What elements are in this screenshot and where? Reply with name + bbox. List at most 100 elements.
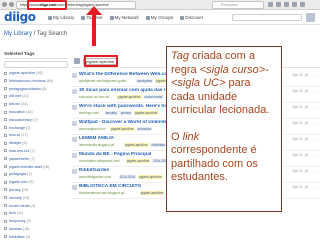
bookmark-url[interactable]: www.ribbitgarden.com/ xyxy=(79,175,111,179)
more-options-icon[interactable]: ⋯ xyxy=(313,89,317,94)
tag-count: (2) xyxy=(27,172,32,177)
tag-checkbox[interactable] xyxy=(4,219,7,223)
sidebar-tag-item[interactable]: tech(11) xyxy=(4,210,68,218)
tag-checkbox[interactable] xyxy=(4,188,7,192)
sidebar-tag-item[interactable]: how-to(17) xyxy=(4,132,68,140)
tag-link[interactable]: pigalre-apecline xyxy=(124,142,149,147)
more-options-icon[interactable]: ⋯ xyxy=(313,105,317,110)
bookmark-url[interactable]: bibliotecaemcircuito.blogspot.pt/ xyxy=(79,191,124,195)
tag-count: (18) xyxy=(22,226,30,231)
tag-link[interactable]: wordpress xyxy=(136,78,153,83)
sidebar-tag-item[interactable]: tutorials(18) xyxy=(4,226,68,234)
bookmark-url[interactable]: educacao.uol.com.br/ xyxy=(79,95,109,99)
more-options-icon[interactable]: ⋯ xyxy=(313,169,317,174)
browser-search-input[interactable]: Pesquisar xyxy=(212,1,264,9)
sidebar-tag-item[interactable]: lifestyle(9) xyxy=(4,140,68,148)
more-options-icon[interactable]: ⋯ xyxy=(313,185,317,190)
more-options-icon[interactable]: ⋯ xyxy=(313,137,317,142)
sidebar-tag-item[interactable]: dlit-mnt(21) xyxy=(4,93,68,101)
header-search-input[interactable] xyxy=(232,14,302,21)
bookmark-url[interactable]: wpbeginner.com/beginners-guide/ xyxy=(79,79,127,83)
tag-checkbox[interactable] xyxy=(4,126,7,130)
sidebar-tag-item[interactable]: dlit-mc(24) xyxy=(4,101,68,109)
tag-checkbox[interactable] xyxy=(4,211,7,215)
tag-checkbox[interactable] xyxy=(4,133,7,137)
sidebar-tag-item[interactable]: privacy(18) xyxy=(4,187,68,195)
avatar[interactable] xyxy=(306,13,315,22)
tag-link[interactable]: 2014-2015 xyxy=(118,174,136,179)
nav-outliner[interactable]: Outliner xyxy=(81,15,103,20)
tag-checkbox[interactable] xyxy=(4,141,7,145)
tag-link[interactable]: pigalre-apecline xyxy=(138,174,163,179)
tag-checkbox[interactable] xyxy=(4,94,7,98)
sidebar-tag-item[interactable]: security(13) xyxy=(4,195,68,203)
sidebar-tag-item[interactable]: temporary(2) xyxy=(4,218,68,226)
tag-count: (2) xyxy=(26,219,32,224)
sidebar-tag-item[interactable]: pigalre-apecline(36) xyxy=(4,70,68,78)
tag-checkbox[interactable] xyxy=(4,87,7,91)
bookmark-url[interactable]: www.wattpad.com/ xyxy=(79,127,106,131)
more-options-icon[interactable]: ⋯ xyxy=(313,121,317,126)
url-highlight-box xyxy=(27,0,67,10)
tag-count: (4) xyxy=(30,203,36,208)
browser-toolbar-icons[interactable] xyxy=(268,2,305,7)
tag-filter-input[interactable] xyxy=(4,61,68,68)
more-options-icon[interactable]: ⋯ xyxy=(313,73,317,78)
tag-count: (9) xyxy=(22,141,27,146)
tag-checkbox[interactable] xyxy=(4,157,7,161)
sidebar-tag-item[interactable]: pedagogiacuidados(6) xyxy=(4,86,68,94)
nav-my-library[interactable]: My Library xyxy=(48,15,74,20)
tag-link[interactable]: social media xyxy=(143,94,164,99)
tag-checkbox[interactable] xyxy=(4,79,7,83)
sidebar-tag-item[interactable]: pigalre-tbertilte-dabl(18) xyxy=(4,164,68,172)
sidebar-tag-item[interactable]: bibliofitao(3) xyxy=(4,234,68,240)
bookmark-url[interactable]: lememamilia.blogspot.pt/ xyxy=(79,143,114,147)
tag-link[interactable]: pigalre-apecline xyxy=(110,126,135,131)
sidebar-tag-item[interactable]: social media(4) xyxy=(4,203,68,211)
tag-checkbox[interactable] xyxy=(4,149,7,153)
sidebar-tag-item[interactable]: Minhadecoro-recursos(69) xyxy=(4,78,68,86)
sidebar-tag-item[interactable]: pedagogia(2) xyxy=(4,171,68,179)
tag-checkbox[interactable] xyxy=(4,235,7,239)
bookmark-url[interactable]: mundodabe.wikispaces.com/ xyxy=(79,159,120,163)
sidebar-tag-item[interactable]: passeenerle(7) xyxy=(4,156,68,164)
tag-count: (14) xyxy=(26,109,33,114)
tag-link[interactable]: pigalre-apecline xyxy=(139,190,165,195)
tag-link[interactable]: education xyxy=(136,126,153,131)
tag-checkbox[interactable] xyxy=(4,71,7,75)
tag-link[interactable]: pigalre-apecline xyxy=(125,158,151,163)
sidebar-tag-item[interactable]: education(14) xyxy=(4,109,68,117)
sidebar-tag-item[interactable]: exchange(2) xyxy=(4,125,68,133)
tag-checkbox[interactable] xyxy=(4,204,7,208)
tag-link[interactable]: privacy xyxy=(119,110,132,115)
tag-icon xyxy=(74,58,80,64)
callout-paragraph-1: Tag criada com a regra <sigla curso>-<si… xyxy=(171,50,270,116)
tag-checkbox[interactable] xyxy=(4,165,7,169)
tag-link[interactable]: pigalre-apecline xyxy=(133,110,159,115)
tag-checkbox[interactable] xyxy=(4,110,7,114)
breadcrumb-library-link[interactable]: My Library xyxy=(4,31,32,37)
tag-checkbox[interactable] xyxy=(4,172,7,176)
tag-link[interactable]: pigalre-apecline xyxy=(117,94,142,99)
tag-chip-highlight-box xyxy=(84,55,118,67)
tag-checkbox[interactable] xyxy=(4,102,7,106)
tag-name: pedagogiacuidados xyxy=(9,86,41,91)
sidebar-tag-item[interactable]: educadoresbp(7) xyxy=(4,117,68,125)
nav-my-groups[interactable]: My Groups xyxy=(145,15,173,20)
tag-checkbox[interactable] xyxy=(4,196,7,200)
tag-checkbox[interactable] xyxy=(4,118,7,122)
tag-name: Minhadecoro-recursos xyxy=(9,78,46,83)
browser-nav-icons[interactable] xyxy=(2,2,14,7)
tag-link[interactable]: bibliofitao xyxy=(150,142,166,147)
nav-discover[interactable]: Discover xyxy=(180,15,203,20)
bookmark-date: Apr 15, 15 xyxy=(292,89,308,93)
bookmark-url[interactable]: theverge.com/ xyxy=(79,111,99,115)
tag-link[interactable]: security xyxy=(104,110,118,115)
tag-checkbox[interactable] xyxy=(4,180,7,184)
diigo-logo[interactable]: diigo xyxy=(4,10,36,24)
nav-my-network[interactable]: My Network xyxy=(109,15,139,20)
tag-checkbox[interactable] xyxy=(4,227,7,231)
sidebar-tag-item[interactable]: mas-bes-ind(7) xyxy=(4,148,68,156)
sidebar-tag-item[interactable]: pigalre-lobc(9) xyxy=(4,179,68,187)
more-options-icon[interactable]: ⋯ xyxy=(313,153,317,158)
